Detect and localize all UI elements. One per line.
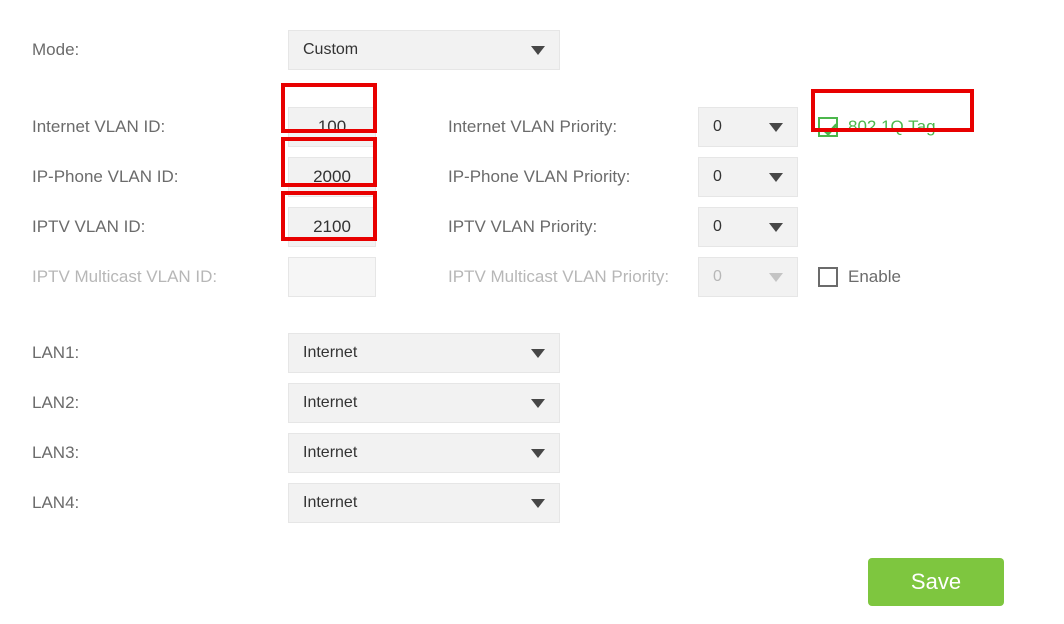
iptv-multicast-vlan-id-input (288, 257, 376, 297)
mode-label: Mode: (32, 40, 288, 60)
lan4-label: LAN4: (32, 493, 288, 513)
ipphone-vlan-priority-select[interactable]: 0 (698, 157, 798, 197)
enable-multicast-label[interactable]: Enable (848, 267, 901, 287)
internet-vlan-priority-label: Internet VLAN Priority: (438, 117, 698, 137)
iptv-vlan-id-label: IPTV VLAN ID: (32, 217, 288, 237)
lan2-select[interactable]: Internet (288, 383, 560, 423)
lan3-select[interactable]: Internet (288, 433, 560, 473)
ipphone-vlan-id-input[interactable] (288, 157, 376, 197)
mode-select[interactable]: Custom (288, 30, 560, 70)
chevron-down-icon (769, 123, 783, 132)
lan3-label: LAN3: (32, 443, 288, 463)
iptv-multicast-vlan-priority-value: 0 (713, 268, 722, 286)
internet-vlan-priority-select[interactable]: 0 (698, 107, 798, 147)
lan1-label: LAN1: (32, 343, 288, 363)
chevron-down-icon (769, 223, 783, 232)
ipphone-vlan-priority-label: IP-Phone VLAN Priority: (438, 167, 698, 187)
internet-vlan-id-label: Internet VLAN ID: (32, 117, 288, 137)
ipphone-vlan-id-label: IP-Phone VLAN ID: (32, 167, 288, 187)
iptv-multicast-vlan-id-label: IPTV Multicast VLAN ID: (32, 267, 288, 287)
8021q-tag-label[interactable]: 802.1Q Tag (848, 117, 936, 137)
iptv-vlan-priority-label: IPTV VLAN Priority: (438, 217, 698, 237)
iptv-multicast-vlan-priority-label: IPTV Multicast VLAN Priority: (438, 267, 698, 287)
8021q-tag-checkbox[interactable] (818, 117, 838, 137)
save-button[interactable]: Save (868, 558, 1004, 606)
lan4-select[interactable]: Internet (288, 483, 560, 523)
enable-multicast-checkbox[interactable] (818, 267, 838, 287)
chevron-down-icon (531, 349, 545, 358)
iptv-vlan-id-input[interactable] (288, 207, 376, 247)
iptv-multicast-vlan-priority-select: 0 (698, 257, 798, 297)
chevron-down-icon (769, 173, 783, 182)
lan2-select-value: Internet (303, 394, 357, 412)
chevron-down-icon (531, 399, 545, 408)
ipphone-vlan-priority-value: 0 (713, 168, 722, 186)
chevron-down-icon (531, 449, 545, 458)
chevron-down-icon (769, 273, 783, 282)
iptv-vlan-priority-value: 0 (713, 218, 722, 236)
internet-vlan-priority-value: 0 (713, 118, 722, 136)
iptv-vlan-priority-select[interactable]: 0 (698, 207, 798, 247)
lan2-label: LAN2: (32, 393, 288, 413)
mode-select-value: Custom (303, 41, 358, 59)
chevron-down-icon (531, 499, 545, 508)
chevron-down-icon (531, 46, 545, 55)
lan4-select-value: Internet (303, 494, 357, 512)
lan3-select-value: Internet (303, 444, 357, 462)
internet-vlan-id-input[interactable] (288, 107, 376, 147)
lan1-select[interactable]: Internet (288, 333, 560, 373)
lan1-select-value: Internet (303, 344, 357, 362)
